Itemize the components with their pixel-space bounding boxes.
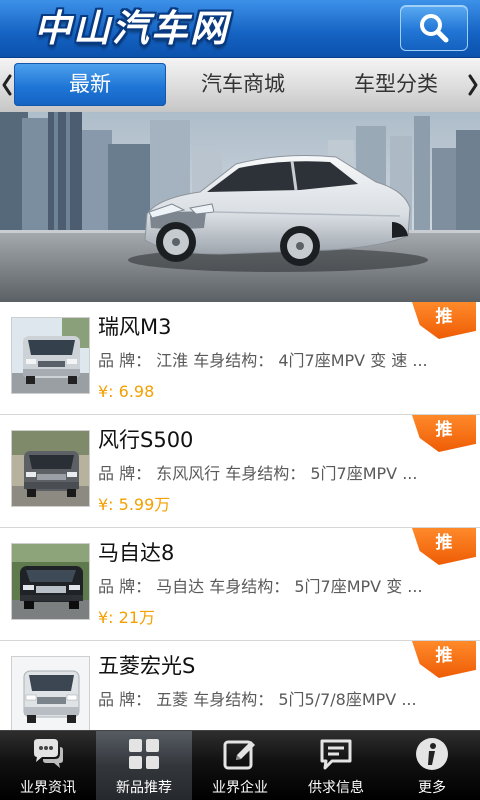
recommend-badge: 推 (412, 302, 476, 339)
tab-model-category[interactable]: 车型分类 (320, 63, 472, 106)
recommend-badge: 推 (412, 528, 476, 565)
product-thumbnail (11, 543, 90, 620)
chevron-left-icon (2, 74, 12, 96)
tabs-prev-button[interactable] (0, 58, 14, 112)
product-price: ¥: 5.99万 (98, 495, 171, 514)
edit-icon (223, 740, 255, 770)
product-title: 马自达8 (98, 541, 175, 565)
list-item[interactable]: 五菱宏光S 品 牌： 五菱 车身结构： 5门5/7/8座MPV ... 推 (0, 641, 480, 730)
search-icon (420, 14, 449, 43)
app-header: 中山汽车网 (0, 0, 480, 58)
product-details: 品 牌： 东风风行 车身结构： 5门7座MPV ... (98, 464, 418, 483)
nav-label: 业界企业 (212, 780, 268, 796)
info-icon (416, 738, 448, 770)
tab-latest[interactable]: 最新 (14, 63, 166, 106)
recommend-badge-label: 推 (435, 307, 453, 327)
nav-label: 供求信息 (308, 780, 364, 796)
nav-label: 新品推荐 (116, 780, 172, 796)
product-price: ¥: 21万 (98, 608, 156, 627)
list-item[interactable]: 马自达8 品 牌： 马自达 车身结构： 5门7座MPV 变 ... ¥: 21万… (0, 528, 480, 641)
product-details: 品 牌： 江淮 车身结构： 4门7座MPV 变 速 ... (98, 351, 428, 370)
nav-item-industry-news[interactable]: 业界资讯 (0, 731, 96, 800)
bottom-nav: 业界资讯 新品推荐 业界企业 供求信息 更多 (0, 730, 480, 800)
product-list: 瑞风M3 品 牌： 江淮 车身结构： 4门7座MPV 变 速 ... ¥: 6.… (0, 302, 480, 730)
nav-label: 更多 (418, 780, 446, 796)
product-thumbnail (11, 317, 90, 394)
recommend-badge-label: 推 (435, 646, 453, 666)
recommend-badge-label: 推 (435, 533, 453, 553)
grid-icon (129, 739, 159, 769)
message-icon (320, 739, 352, 770)
product-price: ¥: 6.98 (98, 382, 155, 401)
recommend-badge: 推 (412, 415, 476, 452)
product-thumbnail (11, 430, 90, 507)
search-button[interactable] (400, 5, 468, 51)
product-details: 品 牌： 马自达 车身结构： 5门7座MPV 变 ... (98, 577, 423, 596)
chevron-right-icon (468, 74, 478, 96)
category-tabbar: 最新 汽车商城 车型分类 (0, 58, 480, 112)
product-thumbnail (11, 656, 90, 730)
nav-item-new-products[interactable]: 新品推荐 (96, 731, 192, 800)
list-item[interactable]: 瑞风M3 品 牌： 江淮 车身结构： 4门7座MPV 变 速 ... ¥: 6.… (0, 302, 480, 415)
nav-label: 业界资讯 (20, 780, 76, 796)
list-item[interactable]: 风行S500 品 牌： 东风风行 车身结构： 5门7座MPV ... ¥: 5.… (0, 415, 480, 528)
nav-item-supply-demand[interactable]: 供求信息 (288, 731, 384, 800)
tabs-next-button[interactable] (466, 58, 480, 112)
product-title: 风行S500 (98, 428, 194, 452)
promo-banner[interactable] (0, 112, 480, 302)
app-logo: 中山汽车网 (34, 7, 229, 50)
product-details: 品 牌： 五菱 车身结构： 5门5/7/8座MPV ... (98, 690, 417, 709)
recommend-badge-label: 推 (435, 420, 453, 440)
nav-item-more[interactable]: 更多 (384, 731, 480, 800)
product-title: 瑞风M3 (98, 315, 172, 339)
tab-car-mall[interactable]: 汽车商城 (167, 63, 319, 106)
recommend-badge: 推 (412, 641, 476, 678)
banner-car-image (0, 112, 480, 302)
nav-item-industry-companies[interactable]: 业界企业 (192, 731, 288, 800)
chat-bubbles-icon (34, 739, 63, 768)
product-title: 五菱宏光S (98, 654, 196, 678)
